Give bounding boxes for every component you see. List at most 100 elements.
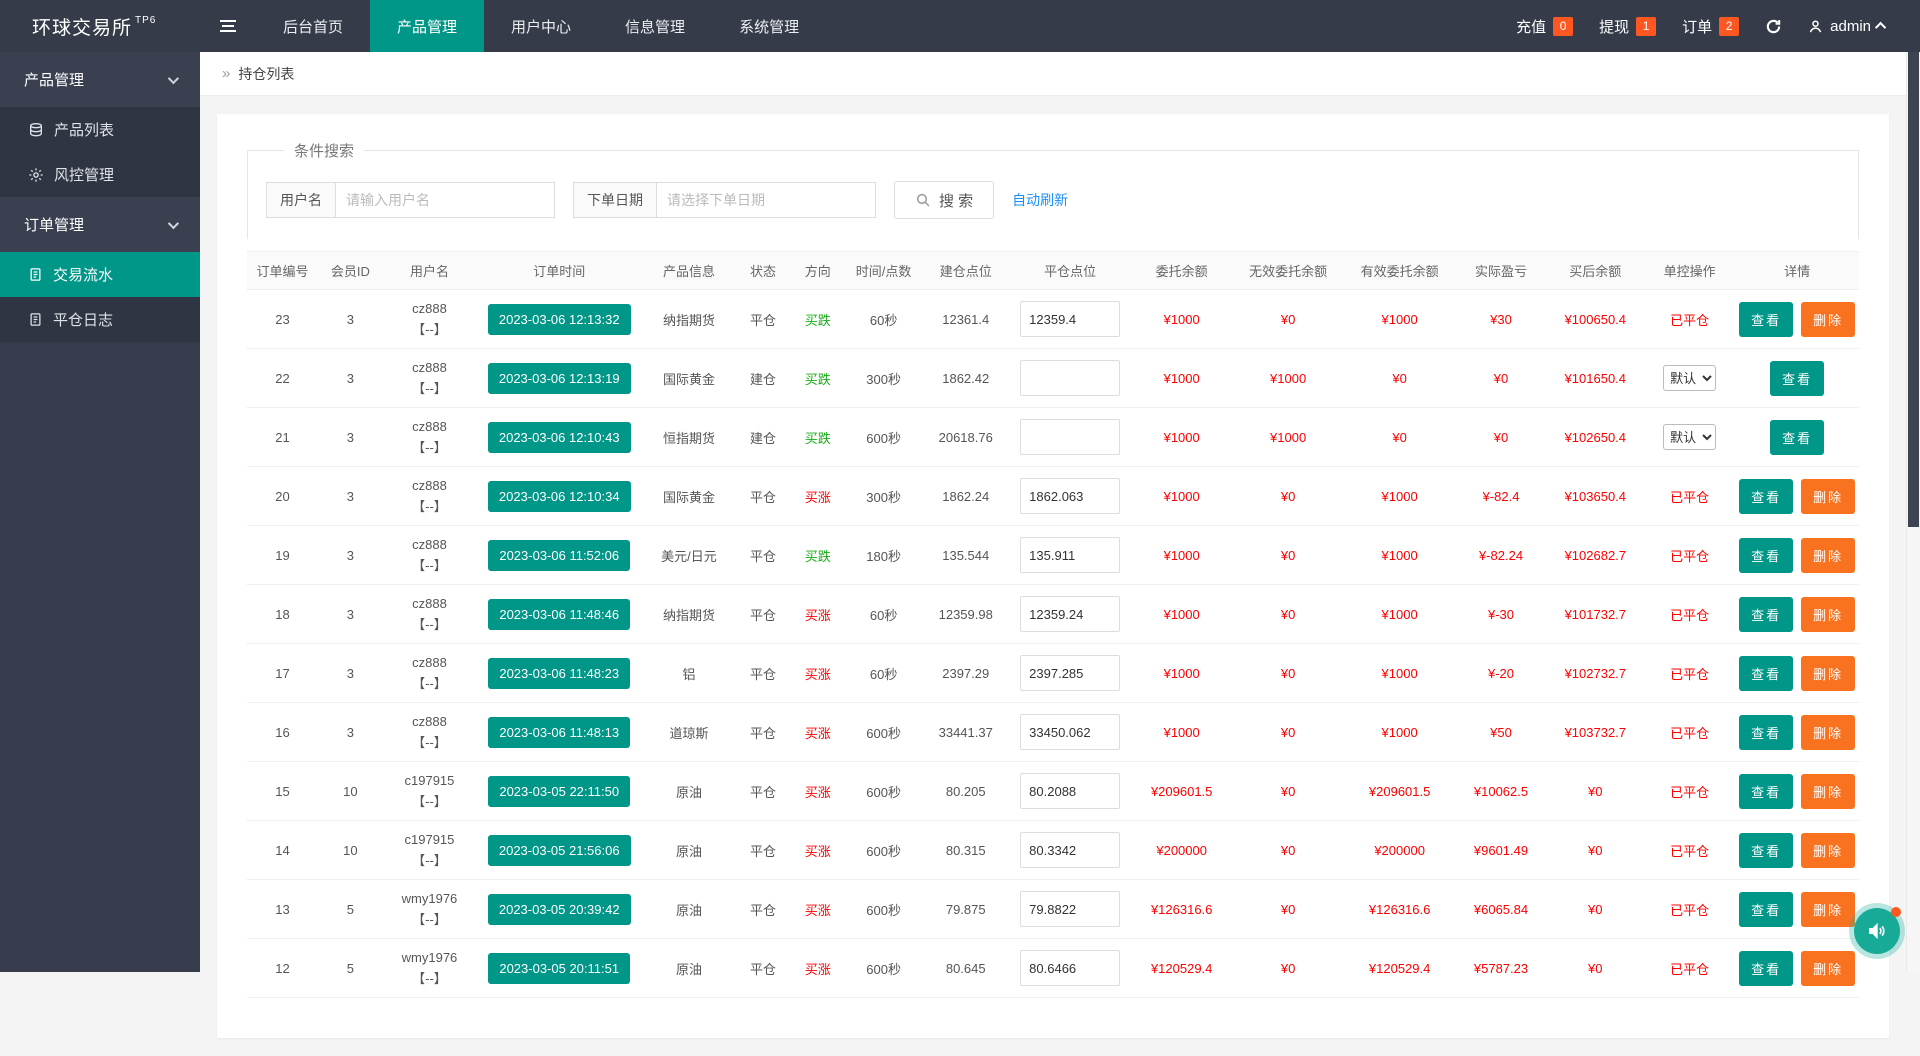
- column-header: 会员ID: [318, 252, 383, 290]
- sidebar-group-orders[interactable]: 订单管理: [0, 197, 200, 252]
- control-select[interactable]: 默认: [1663, 365, 1716, 391]
- user-icon: [1808, 19, 1823, 34]
- sidebar-item-trade-flow[interactable]: 交易流水: [0, 252, 200, 297]
- close-point-input[interactable]: [1020, 891, 1120, 927]
- order-time-button[interactable]: 2023-03-05 22:11:50: [488, 776, 630, 807]
- close-point-input[interactable]: [1020, 419, 1120, 455]
- order-time-button[interactable]: 2023-03-05 21:56:06: [488, 835, 631, 866]
- delete-button[interactable]: 删除: [1801, 597, 1855, 632]
- order-time-button[interactable]: 2023-03-06 11:48:46: [488, 599, 630, 630]
- period-cell: 60秒: [845, 585, 922, 644]
- order-id-cell: 21: [247, 408, 318, 467]
- order-time-button[interactable]: 2023-03-06 11:52:06: [488, 540, 630, 571]
- order-time-button[interactable]: 2023-03-06 12:10:43: [488, 422, 631, 453]
- username-field-label: 用户名: [266, 182, 335, 218]
- close-point-input[interactable]: [1020, 655, 1120, 691]
- detail-actions-cell: 查看: [1735, 349, 1859, 408]
- control-select[interactable]: 默认: [1663, 424, 1716, 450]
- sidebar-item-risk-control[interactable]: 风控管理: [0, 152, 200, 197]
- auto-refresh-link[interactable]: 自动刷新: [1012, 190, 1068, 210]
- close-point-input[interactable]: [1020, 832, 1120, 868]
- member-id-cell: 3: [318, 349, 383, 408]
- view-button[interactable]: 查看: [1739, 302, 1793, 337]
- sidebar-group-product[interactable]: 产品管理: [0, 52, 200, 107]
- open-point-cell: 135.544: [922, 526, 1009, 585]
- order-time-cell: 2023-03-06 12:13:32: [476, 290, 642, 349]
- close-point-input[interactable]: [1020, 301, 1120, 337]
- withdraw-shortcut[interactable]: 提现 1: [1599, 16, 1656, 37]
- nav-menu-item-3[interactable]: 信息管理: [598, 0, 712, 52]
- view-button[interactable]: 查看: [1739, 892, 1793, 927]
- view-button[interactable]: 查看: [1770, 420, 1824, 455]
- order-date-field-label: 下单日期: [573, 182, 656, 218]
- sidebar-item-label: 风控管理: [54, 164, 114, 185]
- order-time-button[interactable]: 2023-03-05 20:39:42: [488, 894, 631, 925]
- profit-cell: ¥0: [1455, 349, 1546, 408]
- close-point-input[interactable]: [1020, 478, 1120, 514]
- recharge-shortcut[interactable]: 充值 0: [1516, 16, 1573, 37]
- order-time-button[interactable]: 2023-03-06 11:48:13: [488, 717, 630, 748]
- menu-toggle-icon[interactable]: [200, 0, 256, 52]
- order-time-button[interactable]: 2023-03-05 20:11:51: [488, 953, 630, 984]
- username-subtext: 【--】: [386, 378, 473, 397]
- nav-menu-item-0[interactable]: 后台首页: [256, 0, 370, 52]
- close-point-input[interactable]: [1020, 950, 1120, 986]
- view-button[interactable]: 查看: [1739, 479, 1793, 514]
- delete-button[interactable]: 删除: [1801, 656, 1855, 691]
- order-time-cell: 2023-03-06 11:48:46: [476, 585, 642, 644]
- after-balance-cell: ¥102682.7: [1547, 526, 1644, 585]
- member-id-cell: 3: [318, 290, 383, 349]
- status-cell: 建仓: [736, 408, 791, 467]
- search-button[interactable]: 搜 索: [894, 181, 994, 219]
- recharge-label: 充值: [1516, 16, 1546, 37]
- delete-button[interactable]: 删除: [1801, 833, 1855, 868]
- balance-cell: ¥1000: [1131, 644, 1232, 703]
- close-point-input[interactable]: [1020, 537, 1120, 573]
- username-text: cz888: [386, 714, 473, 729]
- close-point-input[interactable]: [1020, 596, 1120, 632]
- view-button[interactable]: 查看: [1770, 361, 1824, 396]
- view-button[interactable]: 查看: [1739, 951, 1793, 986]
- view-button[interactable]: 查看: [1739, 538, 1793, 573]
- view-button[interactable]: 查看: [1739, 774, 1793, 809]
- delete-button[interactable]: 删除: [1801, 479, 1855, 514]
- invalid-balance-cell: ¥0: [1232, 585, 1344, 644]
- delete-button[interactable]: 删除: [1801, 302, 1855, 337]
- close-point-input[interactable]: [1020, 773, 1120, 809]
- nav-menu-item-1[interactable]: 产品管理: [370, 0, 484, 52]
- delete-button[interactable]: 删除: [1801, 538, 1855, 573]
- sidebar-item-close-log[interactable]: 平仓日志: [0, 297, 200, 342]
- close-point-input[interactable]: [1020, 360, 1120, 396]
- refresh-icon[interactable]: [1765, 18, 1782, 35]
- invalid-balance-cell: ¥0: [1232, 467, 1344, 526]
- view-button[interactable]: 查看: [1739, 833, 1793, 868]
- balance-cell: ¥1000: [1131, 526, 1232, 585]
- view-button[interactable]: 查看: [1739, 656, 1793, 691]
- view-button[interactable]: 查看: [1739, 715, 1793, 750]
- scrollbar-thumb[interactable]: [1908, 52, 1919, 527]
- nav-menu-item-2[interactable]: 用户中心: [484, 0, 598, 52]
- order-time-button[interactable]: 2023-03-06 12:13:32: [488, 304, 631, 335]
- order-id-cell: 14: [247, 821, 318, 880]
- delete-button[interactable]: 删除: [1801, 715, 1855, 750]
- orders-shortcut[interactable]: 订单 2: [1682, 16, 1739, 37]
- column-header: 时间/点数: [845, 252, 922, 290]
- order-date-input[interactable]: [656, 182, 876, 218]
- user-menu[interactable]: admin: [1808, 18, 1886, 35]
- close-point-input[interactable]: [1020, 714, 1120, 750]
- sound-notification-button[interactable]: [1854, 908, 1900, 954]
- sidebar-item-product-list[interactable]: 产品列表: [0, 107, 200, 152]
- invalid-balance-cell: ¥1000: [1232, 349, 1344, 408]
- order-time-button[interactable]: 2023-03-06 11:48:23: [488, 658, 630, 689]
- view-button[interactable]: 查看: [1739, 597, 1793, 632]
- delete-button[interactable]: 删除: [1801, 774, 1855, 809]
- delete-button[interactable]: 删除: [1801, 892, 1855, 927]
- order-time-button[interactable]: 2023-03-06 12:10:34: [488, 481, 631, 512]
- member-id-cell: 5: [318, 880, 383, 939]
- username-input[interactable]: [335, 182, 555, 218]
- product-cell: 原油: [642, 939, 735, 998]
- delete-button[interactable]: 删除: [1801, 951, 1855, 986]
- order-time-button[interactable]: 2023-03-06 12:13:19: [488, 363, 631, 394]
- nav-menu-item-4[interactable]: 系统管理: [712, 0, 826, 52]
- direction-cell: 买跌: [790, 526, 845, 585]
